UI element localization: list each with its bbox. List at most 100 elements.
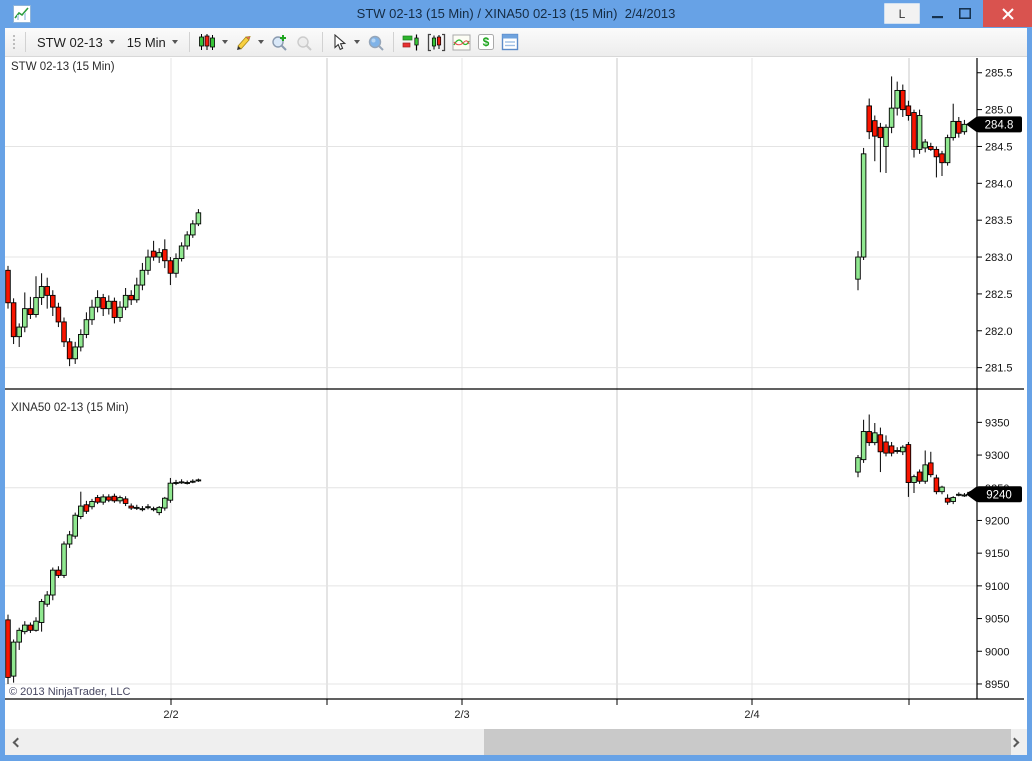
candle-body [860,431,867,461]
chart-toolbar: STW 02-13 15 Min $ [5,28,1027,57]
candle-body [939,486,945,493]
candle-body [139,269,146,286]
account-button[interactable]: $ [474,31,498,53]
horizontal-scrollbar[interactable] [5,729,1027,755]
candle-body [950,120,956,139]
y-tick-label: 282.0 [985,326,1013,338]
candle-body [78,505,84,517]
charts-button[interactable] [424,31,449,54]
candle-body [44,286,50,296]
chart-canvas[interactable]: 285.5 285.0 284.5 284.0 283.5 283.0 282.5 282.0… [5,57,1027,729]
candle-body [16,629,22,643]
drawing-tools-button[interactable] [231,31,267,53]
data-box-button[interactable] [363,31,388,54]
window-title: STW 02-13 (15 Min) / XINA50 02-13 (15 Mi… [356,6,676,21]
candle-body [961,123,968,133]
y-tick-label: 9300 [985,450,1009,462]
instrument-label: STW 02-13 [37,34,103,50]
cursor-button[interactable] [328,32,363,53]
zoom-in-icon [272,34,287,51]
scroll-left-button[interactable] [5,729,27,755]
y-tick-label: 284.5 [985,141,1013,153]
interval-dropdown[interactable]: 15 Min [121,32,184,53]
y-tick-label: 9100 [985,581,1009,593]
instrument-dropdown[interactable]: STW 02-13 [31,32,121,53]
candle-body [928,462,934,476]
chart-style-candlestick-icon [198,34,215,50]
candle-body [72,346,78,360]
candle-body [22,308,28,328]
candle-body [922,464,928,482]
copyright-text: © 2013 NinjaTrader, LLC [9,686,131,698]
candle-body [905,105,912,116]
maximize-button[interactable] [952,0,978,27]
candle-body [866,105,872,133]
candle-body [888,445,895,454]
candle-body [22,624,28,633]
candle-body [911,476,917,483]
title-bar[interactable]: STW 02-13 (15 Min) / XINA50 02-13 (15 Mi… [0,0,1032,28]
close-button[interactable] [983,0,1032,27]
separator [392,32,394,52]
candle-body [134,284,140,301]
y-tick-label: 283.5 [985,215,1013,227]
close-icon [1001,7,1014,20]
candle-body [5,619,11,678]
candle-body [173,482,179,484]
candle-body [877,126,884,139]
scroll-right-button[interactable] [1005,729,1027,755]
properties-button[interactable] [498,31,522,53]
candle-body [956,120,962,134]
y-tick-label: 284.0 [985,178,1013,190]
chevron-left-icon [12,737,23,747]
minimize-button[interactable] [924,0,950,27]
last-price-tag-arrow [966,116,977,133]
candle-body [872,120,878,137]
candle-body [911,112,917,150]
zoom-out-button[interactable] [292,31,317,54]
candle-body [195,479,202,482]
candle-body [866,431,872,444]
candle-body [888,107,895,128]
candle-body [933,477,940,493]
candle-body [167,482,174,501]
candle-body [55,569,62,576]
candle-body [10,641,17,677]
candle-body [117,306,123,318]
chart-style-button[interactable] [195,31,231,53]
indicators-button[interactable] [449,31,474,54]
candle-body [5,269,11,304]
zoom-in-button[interactable] [267,31,292,54]
candle-body [89,501,95,508]
candle-body [89,306,95,321]
interval-label: 15 Min [126,34,166,50]
maximize-icon [959,8,971,19]
candle-body [156,252,162,258]
properties-icon [501,33,518,51]
candle-body [100,297,106,310]
y-tick-label: 283.0 [985,252,1013,264]
candle-body [950,497,956,502]
candle-body [150,250,157,258]
window-border-right [1027,28,1032,761]
candle-body [66,341,73,360]
window-border-bottom [0,755,1032,761]
candle-body [94,297,101,308]
minimize-icon [931,16,943,19]
toolbar-grip[interactable] [12,33,16,51]
candle-body [38,601,45,623]
layout-button[interactable]: L [884,3,920,24]
candle-body [162,497,168,509]
chart-trader-button[interactable] [399,31,424,54]
candle-body [33,620,39,631]
candle-body [83,319,90,335]
candle-body [900,446,906,453]
chevron-down-icon [108,40,115,44]
y-tick-label: 9050 [985,614,1009,626]
scrollbar-thumb[interactable] [484,729,1011,755]
candle-body [905,444,912,483]
charts-icon [427,33,445,51]
candle-body [27,308,34,315]
candle-body [139,508,146,511]
indicators-icon [452,34,471,50]
